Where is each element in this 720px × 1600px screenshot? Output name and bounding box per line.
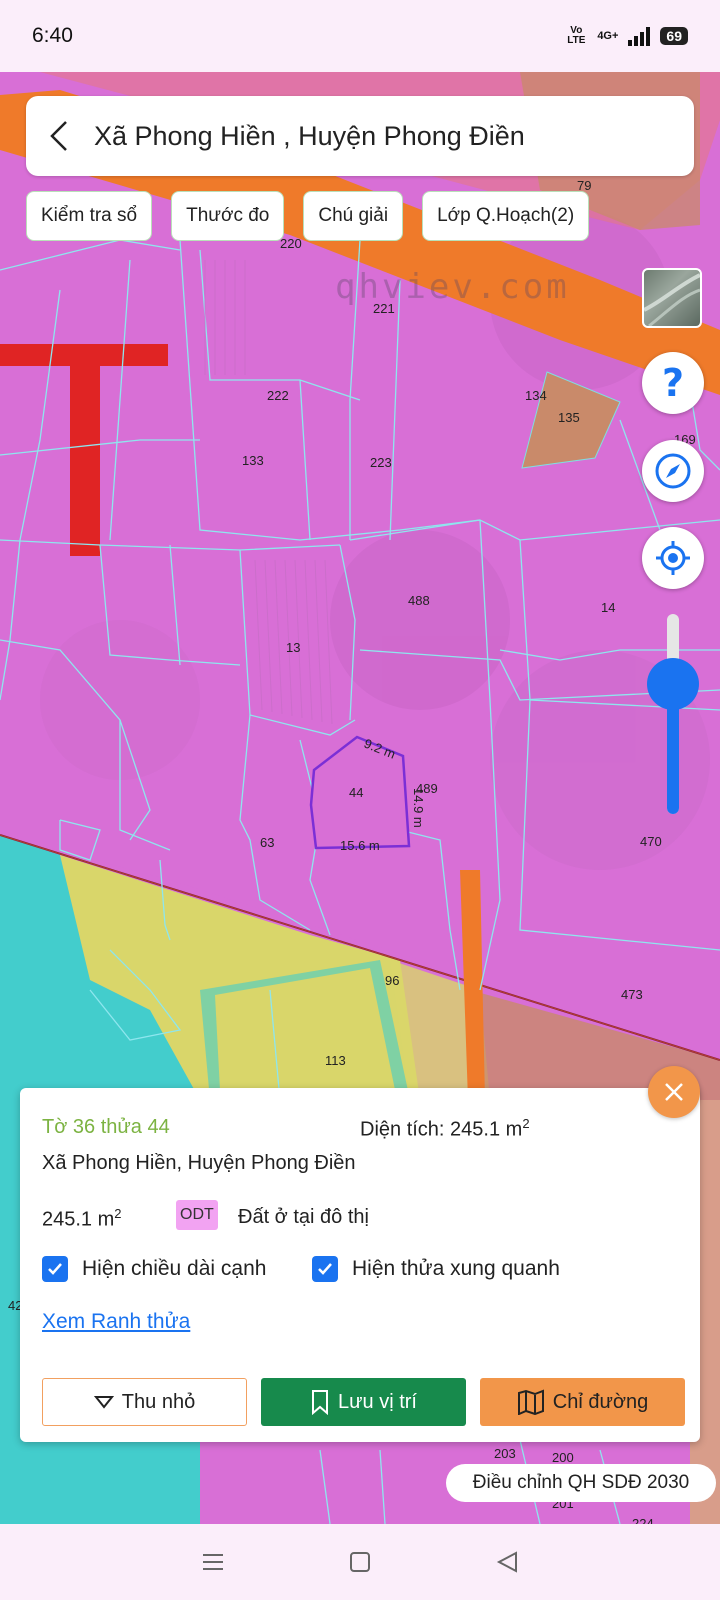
legend-chip[interactable]: Chú giải	[303, 191, 404, 241]
status-icons: Vo LTE 4G+ 69	[565, 26, 688, 46]
bookmark-icon	[312, 1390, 329, 1415]
action-buttons: Thu nhỏ Lưu vị trí Chỉ đường	[42, 1378, 685, 1426]
planning-version-badge[interactable]: Điều chỉnh QH SDĐ 2030	[446, 1464, 716, 1502]
parcel-label: 473	[621, 987, 643, 1002]
parcel-info-card: Tờ 36 thửa 44 Diện tích: 245.1 m2 Xã Pho…	[20, 1088, 700, 1442]
parcel-label: 96	[385, 973, 399, 988]
land-use-name: Đất ở tại đô thị	[238, 1206, 369, 1228]
save-location-button[interactable]: Lưu vị trí	[261, 1378, 466, 1426]
check-book-chip[interactable]: Kiểm tra sổ	[26, 191, 153, 241]
locate-button[interactable]	[642, 527, 704, 589]
satellite-thumbnail-icon	[644, 273, 700, 326]
locate-icon	[656, 541, 690, 575]
show-neighbors-label: Hiện thửa xung quanh	[352, 1257, 560, 1280]
triangle-back-icon	[496, 1551, 517, 1573]
parcel-label: 63	[260, 835, 274, 850]
land-use-area: 245.1 m2	[42, 1206, 122, 1231]
parcel-label: 224	[632, 1516, 654, 1524]
volte-indicator: Vo LTE	[567, 25, 586, 46]
parcel-label: 44	[349, 785, 363, 800]
battery-icon: 69	[660, 27, 688, 45]
back-nav-button[interactable]	[487, 1542, 527, 1582]
parcel-label: 135	[558, 410, 580, 425]
square-icon	[349, 1552, 370, 1572]
menu-icon	[203, 1554, 224, 1570]
help-button[interactable]: ?	[642, 352, 704, 414]
checkbox-checked-icon[interactable]	[42, 1256, 68, 1282]
parcel-label: 222	[267, 388, 289, 403]
show-edge-lengths-toggle[interactable]: Hiện chiều dài cạnh	[42, 1256, 266, 1282]
network-type: 4G+	[597, 30, 619, 42]
map-toolbar: Kiểm tra sổ Thước đo Chú giải Lớp Q.Hoạc…	[26, 191, 590, 241]
edge-length-label: 14.9 m	[411, 788, 426, 828]
chevron-left-icon	[50, 121, 67, 151]
checkbox-checked-icon[interactable]	[312, 1256, 338, 1282]
map-watermark: qhviev.com	[335, 267, 570, 307]
close-icon	[665, 1083, 683, 1101]
parcel-label: 134	[525, 388, 547, 403]
edge-length-label: 15.6 m	[340, 838, 380, 853]
parcel-label: 470	[640, 834, 662, 849]
home-button[interactable]	[340, 1542, 380, 1582]
parcel-label: 203	[494, 1446, 516, 1461]
show-edge-lengths-label: Hiện chiều dài cạnh	[82, 1257, 267, 1280]
parcel-label: 223	[370, 455, 392, 470]
status-bar: 6:40 Vo LTE 4G+ 69	[0, 0, 720, 72]
show-neighbors-toggle[interactable]: Hiện thửa xung quanh	[312, 1256, 560, 1282]
directions-button[interactable]: Chỉ đường	[480, 1378, 685, 1426]
status-time: 6:40	[32, 24, 73, 47]
parcel-area: Diện tích: 245.1 m2	[360, 1116, 530, 1141]
location-title: Xã Phong Hiền , Huyện Phong Điền	[94, 120, 525, 151]
zoom-slider-handle[interactable]	[647, 658, 699, 710]
parcel-label: 200	[552, 1450, 574, 1465]
signal-icon	[628, 26, 651, 46]
parcel-label: 113	[325, 1053, 346, 1068]
location-header: Xã Phong Hiền , Huyện Phong Điền	[26, 96, 694, 176]
map-icon	[517, 1389, 544, 1415]
parcel-id: Tờ 36 thửa 44	[42, 1116, 170, 1138]
parcel-label: 133	[242, 453, 264, 468]
parcel-label: 14	[601, 600, 615, 615]
recents-button[interactable]	[193, 1542, 233, 1582]
question-icon: ?	[661, 361, 685, 405]
view-boundary-link[interactable]: Xem Ranh thửa	[42, 1310, 190, 1334]
system-nav-bar	[0, 1524, 720, 1600]
compass-button[interactable]	[642, 440, 704, 502]
land-use-code-badge: ODT	[176, 1200, 218, 1230]
planning-layer-chip[interactable]: Lớp Q.Hoạch(2)	[422, 191, 590, 241]
parcel-label: 488	[408, 593, 430, 608]
close-info-button[interactable]	[648, 1066, 700, 1118]
basemap-layer-button[interactable]	[642, 268, 702, 328]
collapse-button[interactable]: Thu nhỏ	[42, 1378, 247, 1426]
measure-chip[interactable]: Thước đo	[171, 191, 285, 241]
parcel-label: 13	[286, 640, 300, 655]
back-button[interactable]	[48, 116, 84, 156]
triangle-down-icon	[93, 1396, 114, 1409]
parcel-address: Xã Phong Hiền, Huyện Phong Điền	[42, 1152, 356, 1174]
compass-icon	[655, 453, 691, 489]
